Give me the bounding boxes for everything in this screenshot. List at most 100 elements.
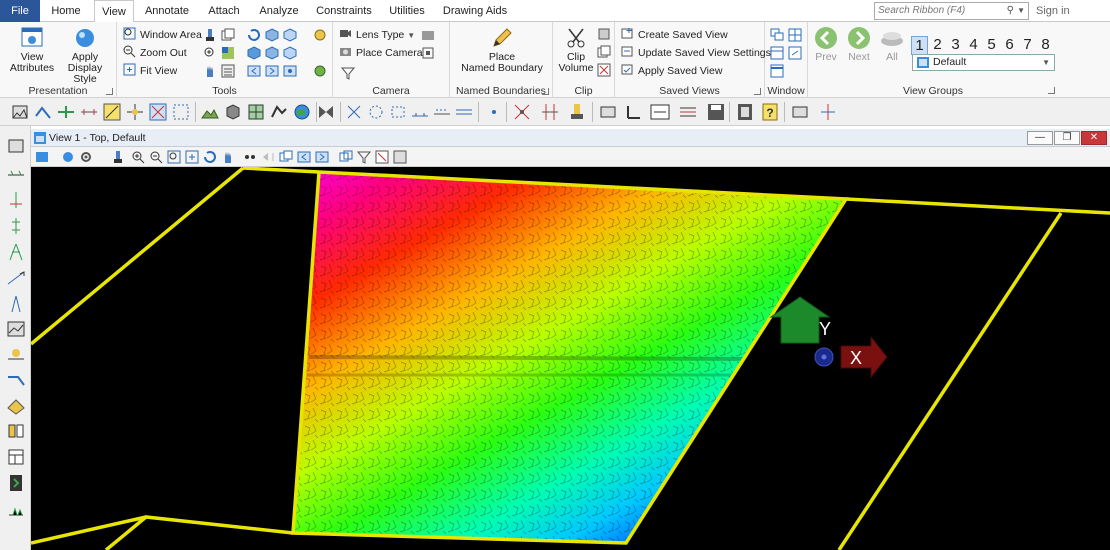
named-boundaries-launcher-icon[interactable] [542,88,549,95]
scale-ratio-icon[interactable] [650,102,670,122]
clip-mask-icon[interactable] [597,27,611,41]
view-number-7[interactable]: 7 [1019,36,1036,53]
zoom-in-icon[interactable] [203,46,217,60]
paint-brush-icon[interactable] [567,102,587,122]
view-groups-launcher-icon[interactable] [1048,87,1055,94]
view-attributes-button[interactable]: View Attributes [6,26,58,74]
next-arrow-icon[interactable] [315,150,329,164]
zoom-out-icon[interactable] [149,150,163,164]
clip-mask-icon[interactable] [393,150,407,164]
arrange-windows-icon[interactable] [770,46,784,60]
pan-hand-icon[interactable] [221,150,235,164]
place-named-boundary-button[interactable]: Place Named Boundary [456,26,548,74]
measure-icon[interactable] [102,102,122,122]
tab-file[interactable]: File [0,0,40,22]
table-icon[interactable] [6,447,26,467]
view-number-2[interactable]: 2 [929,36,946,53]
view-number-1[interactable]: 1 [911,36,928,55]
cube-front-icon[interactable] [283,28,297,42]
rotate-view-icon[interactable] [247,28,261,42]
sheet-icon[interactable] [6,473,26,493]
tab-home[interactable]: Home [46,0,86,22]
gear-icon[interactable] [79,150,93,164]
view-number-6[interactable]: 6 [1001,36,1018,53]
intersect-icon[interactable] [344,102,364,122]
terrain-icon[interactable] [200,102,220,122]
swap-windows-icon[interactable] [788,46,802,60]
line-string-icon[interactable] [432,102,452,122]
create-saved-view-button[interactable]: Create Saved View [621,27,728,43]
fit-view-button[interactable]: Fit View [123,63,177,79]
fence-icon[interactable] [171,102,191,122]
cube-left-icon[interactable] [283,46,297,60]
clip-clear-icon[interactable] [597,63,611,77]
brush-icon[interactable] [111,150,125,164]
place-line-icon[interactable] [56,102,76,122]
element-selection-icon[interactable] [10,102,30,122]
clip-volume-button[interactable]: Clip Volume [557,26,595,74]
cross-section-icon[interactable] [6,216,26,236]
baseline-icon[interactable] [410,102,430,122]
rotate-view-icon[interactable] [203,150,217,164]
prev-view-group-button[interactable]: Prev [813,26,839,63]
view-next-icon[interactable] [265,64,279,78]
zoom-out-button[interactable]: Zoom Out [123,45,187,61]
place-camera-button[interactable]: Place Camera [339,45,423,61]
superelevation-icon[interactable] [6,371,26,391]
camera-settings-icon[interactable] [421,28,435,42]
presentation-launcher-icon[interactable] [106,88,113,95]
minimize-button[interactable]: — [1027,131,1053,145]
clip-volume-icon[interactable] [339,150,353,164]
tab-utilities[interactable]: Utilities [384,0,430,22]
copy-view-icon[interactable] [221,28,235,42]
navigate-icon[interactable] [313,64,327,78]
tab-analyze[interactable]: Analyze [254,0,304,22]
tab-constraints[interactable]: Constraints [312,0,376,22]
smartline-icon[interactable] [33,102,53,122]
chevron-down-icon[interactable]: ▼ [1042,55,1050,70]
rectangle-icon[interactable] [388,102,408,122]
solid-icon[interactable] [223,102,243,122]
update-saved-view-settings-button[interactable]: Update Saved View Settings [621,45,771,61]
copy-view-icon[interactable] [279,150,293,164]
horizontal-alignment-icon[interactable] [6,163,26,183]
view-canvas[interactable]: Y X [31,167,1110,550]
clip-copy-icon[interactable] [597,45,611,59]
view-previous-icon[interactable] [247,64,261,78]
coordinate-icon[interactable] [624,102,644,122]
apply-display-style-button[interactable]: Apply Display Style [56,26,114,85]
apply-saved-view-button[interactable]: Apply Saved View [621,63,722,79]
cube-top-icon[interactable] [265,28,279,42]
break-icon[interactable] [540,102,560,122]
tab-drawing-aids[interactable]: Drawing Aids [440,0,510,22]
trim-icon[interactable] [512,102,532,122]
circle-icon[interactable] [366,102,386,122]
volume-icon[interactable] [6,421,26,441]
vertical-alignment-icon[interactable] [6,190,26,210]
multi-line-icon[interactable] [454,102,474,122]
clear-clip-icon[interactable] [375,150,389,164]
tab-attach[interactable]: Attach [202,0,246,22]
all-view-groups-button[interactable]: All [879,26,905,63]
terrain-model-icon[interactable] [6,396,26,416]
search-icon[interactable]: ⚲ [1007,3,1014,19]
accudraw-icon[interactable] [818,102,838,122]
plant-icon[interactable] [6,499,26,519]
lens-type-button[interactable]: Lens Type ▼ [339,27,415,43]
fit-view-icon[interactable] [185,150,199,164]
view-previous-icon[interactable] [261,150,275,164]
brush-icon[interactable] [203,28,217,42]
restore-button[interactable]: ❐ [1054,131,1080,145]
window-area-icon[interactable] [167,150,181,164]
camera-frame-icon[interactable] [421,46,435,60]
cube-right-icon[interactable] [265,46,279,60]
pan-hand-icon[interactable] [203,64,217,78]
previous-arrow-icon[interactable] [297,150,311,164]
chevron-down-icon[interactable]: ▼ [1017,3,1025,19]
globe-icon[interactable] [292,102,312,122]
view-attributes-icon[interactable] [35,150,49,164]
terrain-drawing[interactable]: Y X [31,167,1110,550]
offset-icon[interactable] [6,268,26,288]
tab-view[interactable]: View [94,0,134,23]
walk-icon[interactable] [243,150,257,164]
